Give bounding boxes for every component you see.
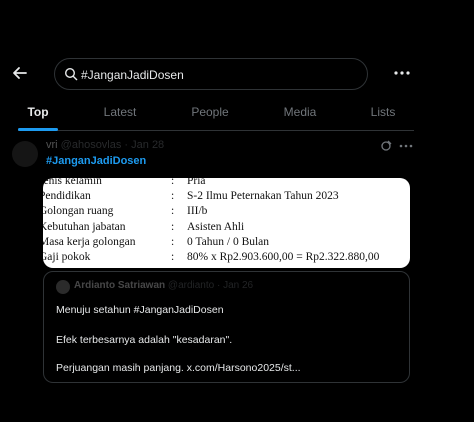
- search-input[interactable]: [79, 63, 363, 87]
- row-value: S-2 Ilmu Peternakan Tahun 2023: [187, 190, 339, 202]
- post-more-icon[interactable]: [398, 140, 414, 152]
- quoted-post[interactable]: Ardianto Satriawan @ardianto · Jan 26 Me…: [43, 271, 410, 383]
- row-value: Pria: [187, 178, 206, 187]
- row-colon: :: [171, 178, 175, 187]
- row-key: Pendidikan: [43, 190, 91, 202]
- post[interactable]: vri @ahosovlas · Jan 28 #JanganJadiDosen…: [0, 131, 474, 422]
- tab-label: Lists: [370, 105, 396, 119]
- tab-label: People: [191, 105, 229, 119]
- author-name: vri: [46, 139, 58, 151]
- quote-text-line: Efek terbesarnya adalah "kesadaran".: [56, 334, 233, 346]
- search-tabs: Top Latest People Media Lists: [18, 97, 414, 131]
- image-row: Golongan ruang : III/b: [43, 204, 410, 218]
- row-colon: :: [171, 205, 175, 217]
- search-icon: [64, 67, 78, 81]
- quote-avatar: [56, 280, 70, 294]
- row-key: Gaji pokok: [43, 251, 91, 263]
- image-row: Kebutuhan jabatan : Asisten Ahli: [43, 220, 410, 234]
- avatar[interactable]: [12, 141, 38, 167]
- tab-label: Top: [27, 105, 49, 119]
- tab-label: Media: [283, 105, 317, 119]
- more-options-icon[interactable]: [392, 65, 412, 81]
- row-key: Golongan ruang: [43, 205, 114, 217]
- image-row: Jenis kelamin : Pria: [43, 178, 410, 188]
- quote-text-line[interactable]: Perjuangan masih panjang. x.com/Harsono2…: [56, 362, 301, 374]
- row-key: Masa kerja golongan: [43, 236, 136, 248]
- row-value: III/b: [187, 205, 208, 217]
- row-colon: :: [171, 190, 175, 202]
- image-row: Pendidikan : S-2 Ilmu Peternakan Tahun 2…: [43, 189, 410, 203]
- post-image[interactable]: Jenis kelamin : Pria Pendidikan : S-2 Il…: [43, 178, 410, 268]
- tab-lists[interactable]: Lists: [366, 97, 400, 130]
- post-author[interactable]: vri @ahosovlas · Jan 28: [46, 139, 164, 151]
- tab-media[interactable]: Media: [278, 97, 322, 130]
- tab-top[interactable]: Top: [18, 97, 58, 131]
- quote-author-handle: @ardianto · Jan 26: [167, 280, 254, 291]
- row-colon: :: [171, 236, 175, 248]
- quote-author: Ardianto Satriawan @ardianto · Jan 26: [74, 280, 253, 291]
- tab-label: Latest: [103, 105, 137, 119]
- row-value: Asisten Ahli: [187, 221, 245, 233]
- search-header: [0, 55, 474, 95]
- tab-people[interactable]: People: [186, 97, 234, 130]
- row-key: Kebutuhan jabatan: [43, 221, 126, 233]
- author-handle: @ahosovlas · Jan 28: [60, 139, 165, 151]
- image-row: Gaji pokok : 80% x Rp2.903.600,00 = Rp2.…: [43, 250, 410, 264]
- quote-text-line: Menuju setahun #JanganJadiDosen: [56, 304, 224, 316]
- image-row: Masa kerja golongan : 0 Tahun / 0 Bulan: [43, 235, 410, 249]
- row-colon: :: [171, 251, 175, 263]
- row-value: 80% x Rp2.903.600,00 = Rp2.322.880,00: [187, 251, 380, 263]
- tab-latest[interactable]: Latest: [98, 97, 142, 130]
- back-arrow-icon[interactable]: [10, 63, 30, 83]
- quote-author-name: Ardianto Satriawan: [74, 280, 166, 291]
- row-value: 0 Tahun / 0 Bulan: [187, 236, 270, 248]
- post-hashtag[interactable]: #JanganJadiDosen: [46, 155, 146, 167]
- grok-icon[interactable]: [380, 140, 392, 152]
- search-bar[interactable]: [54, 58, 368, 90]
- row-colon: :: [171, 221, 175, 233]
- row-key: Jenis kelamin: [43, 178, 102, 187]
